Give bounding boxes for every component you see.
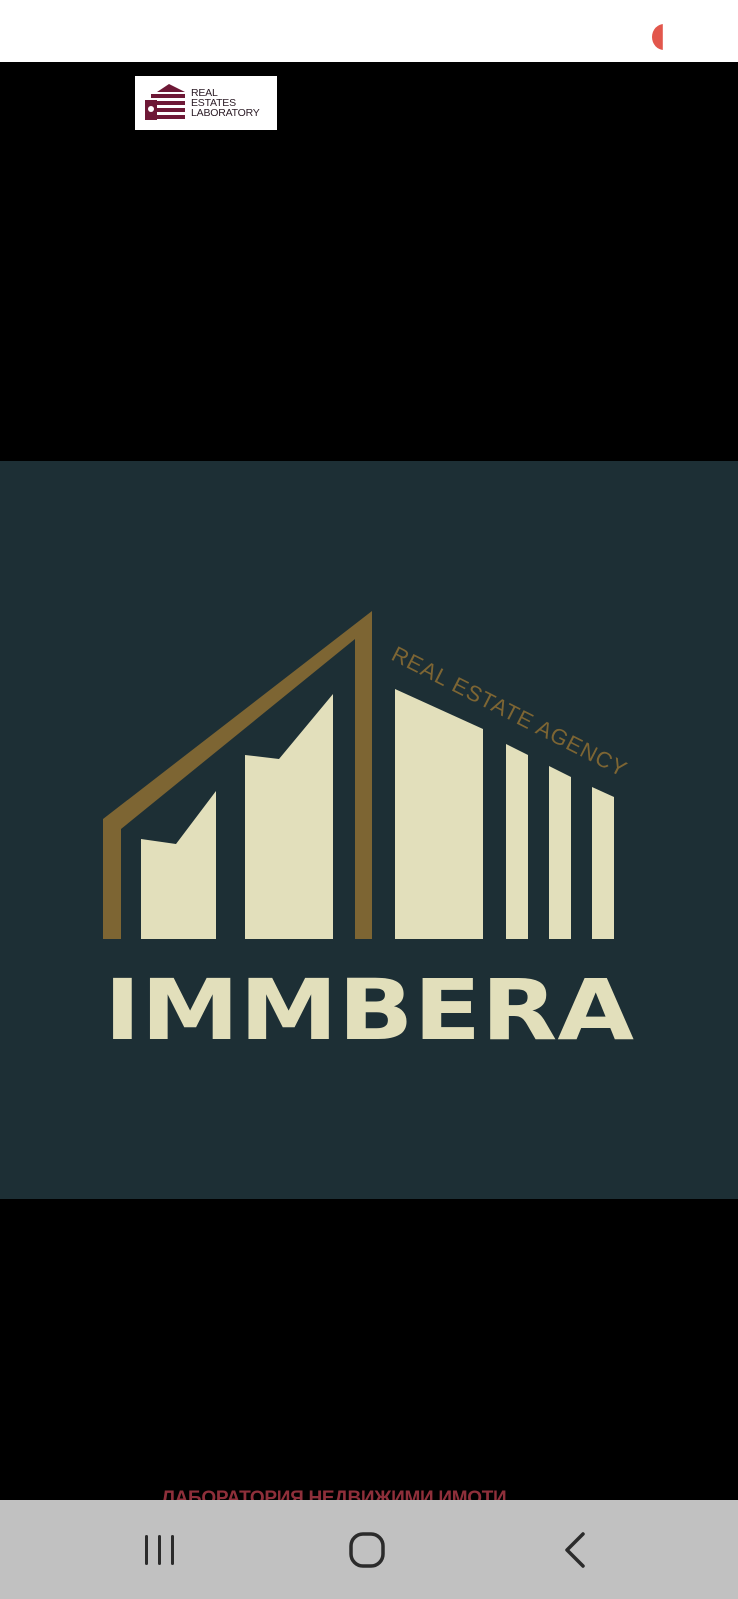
building-1	[141, 791, 216, 939]
building-logo-icon	[145, 84, 185, 120]
notification-dot-icon	[652, 24, 663, 50]
immbera-logo-image: REAL ESTATE AGENCY IMMBERA	[0, 461, 738, 1199]
logo-brand: IMMBERA	[104, 961, 634, 1059]
recents-icon	[145, 1534, 174, 1565]
home-button[interactable]	[307, 1500, 427, 1599]
watermark-text: REAL ESTATES LABORATORY	[191, 88, 260, 119]
recents-button[interactable]	[100, 1500, 220, 1599]
watermark-line-3: LABORATORY	[191, 107, 260, 119]
immbera-logo-graphic: REAL ESTATE AGENCY IMMBERA	[103, 611, 634, 1059]
building-4	[506, 744, 528, 939]
building-3	[395, 689, 483, 939]
building-6	[592, 787, 614, 939]
back-button[interactable]	[514, 1500, 634, 1599]
building-5	[549, 766, 571, 939]
real-estates-laboratory-watermark: REAL ESTATES LABORATORY	[135, 76, 277, 130]
back-icon	[565, 1531, 585, 1568]
building-2	[245, 694, 333, 939]
home-icon	[349, 1531, 385, 1568]
top-status-bar	[0, 0, 738, 62]
android-navigation-bar	[0, 1500, 738, 1599]
